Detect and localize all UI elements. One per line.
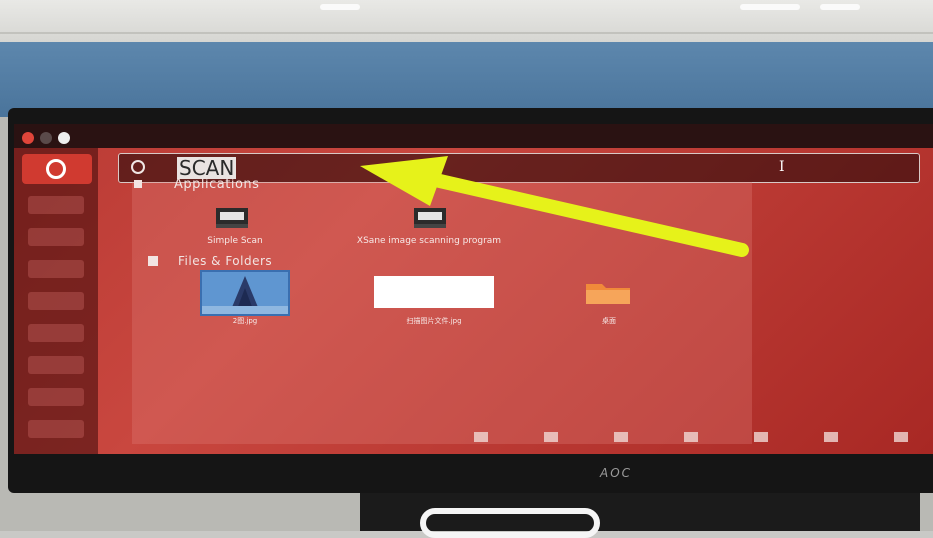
- cable: [420, 508, 600, 538]
- annotation-arrow-icon: [360, 156, 749, 257]
- monitor-brand-logo: AOC: [600, 466, 633, 480]
